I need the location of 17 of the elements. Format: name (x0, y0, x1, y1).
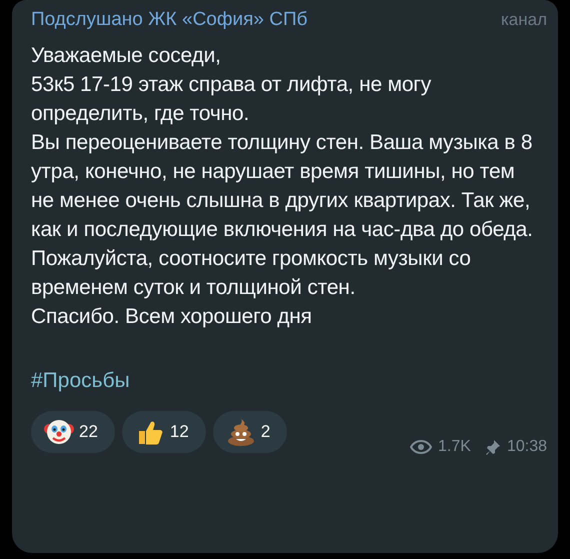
hashtag-link[interactable]: #Просьбы (31, 368, 130, 392)
reaction-button[interactable]: 22 (31, 411, 115, 453)
pin-icon (484, 439, 501, 455)
view-count: 1.7K (438, 437, 471, 457)
message-text: Вы переоцениваете толщину стен. Ваша музыка в 8 утра, конечно, не нарушает время тишины, но тем не менее очень слышна в других квартирах. Так же, как и последующие включения на час-два до обеда. (31, 130, 534, 242)
message-text: Пожалуйста, соотносите громкость музыки со временем суток и толщиной стен. (31, 246, 472, 300)
reaction-button[interactable]: 2 (212, 411, 288, 453)
channel-name[interactable]: Подслушано ЖК «София» СПб (31, 6, 308, 34)
message-time: 10:38 (506, 437, 547, 457)
eye-icon (410, 440, 432, 454)
clown-face-icon (44, 417, 74, 447)
poop-icon (226, 417, 256, 447)
channel-label: канал (500, 9, 547, 31)
message-text: Спасибо. Всем хорошего дня (31, 304, 313, 330)
reaction-button[interactable]: 12 (122, 411, 206, 453)
message-text: Уважаемые соседи, (31, 42, 222, 68)
message-text: 53к5 17-19 этаж справа от лифта, не могу определить, где точно. (31, 72, 432, 126)
